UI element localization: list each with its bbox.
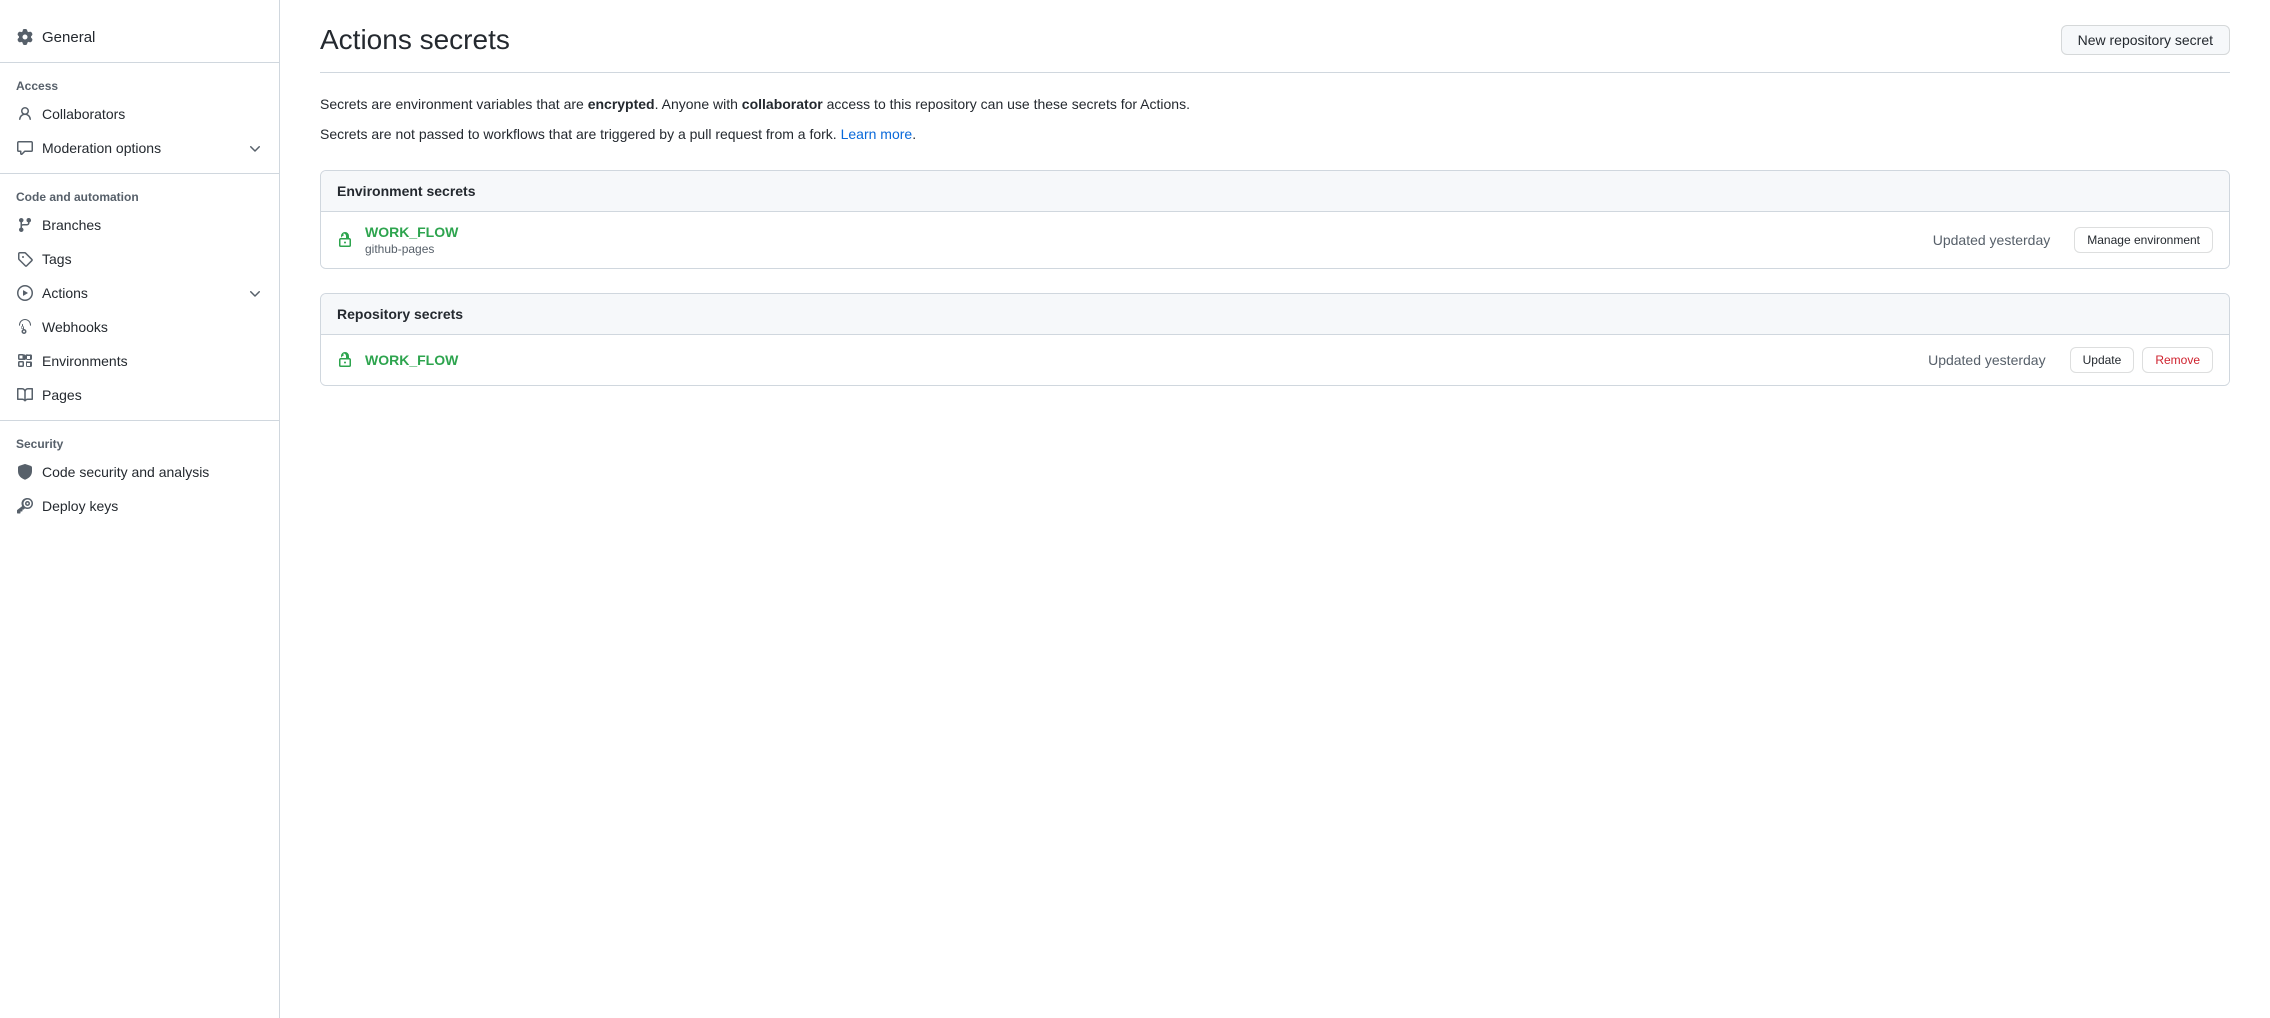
environments-label: Environments: [42, 353, 128, 369]
sidebar-item-tags[interactable]: Tags: [0, 242, 279, 276]
repository-secrets-section: Repository secrets WORK_FLOW Updated yes…: [320, 293, 2230, 386]
sidebar-general-label: General: [42, 29, 95, 46]
lock-icon-repo: [337, 352, 353, 368]
new-repository-secret-button[interactable]: New repository secret: [2061, 25, 2230, 55]
sidebar-item-environments[interactable]: Environments: [0, 344, 279, 378]
page-title: Actions secrets: [320, 24, 510, 56]
description-part2: . Anyone with: [655, 96, 742, 112]
comment-icon: [16, 139, 34, 157]
description-bold1: encrypted: [588, 96, 655, 112]
sidebar-item-collaborators[interactable]: Collaborators: [0, 97, 279, 131]
update-secret-button[interactable]: Update: [2070, 347, 2135, 373]
env-secret-actions: Manage environment: [2074, 227, 2213, 253]
key-icon: [16, 497, 34, 515]
sidebar-item-code-security[interactable]: Code security and analysis: [0, 455, 279, 489]
code-security-label: Code security and analysis: [42, 464, 209, 480]
environment-secrets-section: Environment secrets WORK_FLOW github-pag…: [320, 170, 2230, 269]
remove-secret-button[interactable]: Remove: [2142, 347, 2213, 373]
sidebar-section-security: Security: [0, 429, 279, 455]
env-secret-name: WORK_FLOW: [365, 224, 1921, 240]
sidebar-divider-1: [0, 62, 279, 63]
sidebar: General Access Collaborators Moderation …: [0, 0, 280, 1018]
env-secret-env: github-pages: [365, 242, 1921, 256]
repository-secrets-header: Repository secrets: [321, 294, 2229, 335]
sidebar-item-webhooks[interactable]: Webhooks: [0, 310, 279, 344]
pages-label: Pages: [42, 387, 82, 403]
description-part1: Secrets are environment variables that a…: [320, 96, 588, 112]
sidebar-item-general[interactable]: General: [0, 20, 279, 54]
env-secret-info: WORK_FLOW github-pages: [365, 224, 1921, 256]
environment-secrets-header: Environment secrets: [321, 171, 2229, 212]
branches-label: Branches: [42, 217, 101, 233]
moderation-label: Moderation options: [42, 140, 161, 156]
repo-secret-actions: Update Remove: [2070, 347, 2213, 373]
sidebar-item-moderation[interactable]: Moderation options: [0, 131, 279, 165]
env-secret-updated: Updated yesterday: [1933, 232, 2051, 248]
env-secret-row-0: WORK_FLOW github-pages Updated yesterday…: [321, 212, 2229, 268]
sidebar-item-pages[interactable]: Pages: [0, 378, 279, 412]
sidebar-section-code: Code and automation: [0, 182, 279, 208]
collaborators-label: Collaborators: [42, 106, 125, 122]
person-icon: [16, 105, 34, 123]
repo-secret-updated: Updated yesterday: [1928, 352, 2046, 368]
main-divider: [320, 72, 2230, 73]
pages-icon: [16, 386, 34, 404]
actions-chevron-icon: [247, 284, 263, 301]
webhook-icon: [16, 318, 34, 336]
lock-icon-env: [337, 232, 353, 248]
main-header: Actions secrets New repository secret: [320, 24, 2230, 56]
sidebar-item-deploy-keys[interactable]: Deploy keys: [0, 489, 279, 523]
branch-icon: [16, 216, 34, 234]
main-content: Actions secrets New repository secret Se…: [280, 0, 2270, 1018]
manage-environment-button[interactable]: Manage environment: [2074, 227, 2213, 253]
shield-icon: [16, 463, 34, 481]
description-part3: access to this repository can use these …: [823, 96, 1190, 112]
sidebar-divider-2: [0, 173, 279, 174]
repo-secret-row-0: WORK_FLOW Updated yesterday Update Remov…: [321, 335, 2229, 385]
sidebar-item-branches[interactable]: Branches: [0, 208, 279, 242]
description-bold2: collaborator: [742, 96, 823, 112]
moderation-chevron-icon: [247, 139, 263, 156]
tag-icon: [16, 250, 34, 268]
description-text: Secrets are environment variables that a…: [320, 93, 2230, 115]
sidebar-item-actions[interactable]: Actions: [0, 276, 279, 310]
repo-secret-info: WORK_FLOW: [365, 352, 1916, 368]
gear-icon: [16, 28, 34, 46]
actions-label: Actions: [42, 285, 88, 301]
description-sub-text: Secrets are not passed to workflows that…: [320, 126, 841, 142]
grid-icon: [16, 352, 34, 370]
play-icon: [16, 284, 34, 302]
description-sub: Secrets are not passed to workflows that…: [320, 123, 2230, 145]
tags-label: Tags: [42, 251, 72, 267]
sidebar-divider-3: [0, 420, 279, 421]
learn-more-link[interactable]: Learn more: [841, 126, 913, 142]
sidebar-section-access: Access: [0, 71, 279, 97]
webhooks-label: Webhooks: [42, 319, 108, 335]
repo-secret-name: WORK_FLOW: [365, 352, 1916, 368]
deploy-keys-label: Deploy keys: [42, 498, 118, 514]
